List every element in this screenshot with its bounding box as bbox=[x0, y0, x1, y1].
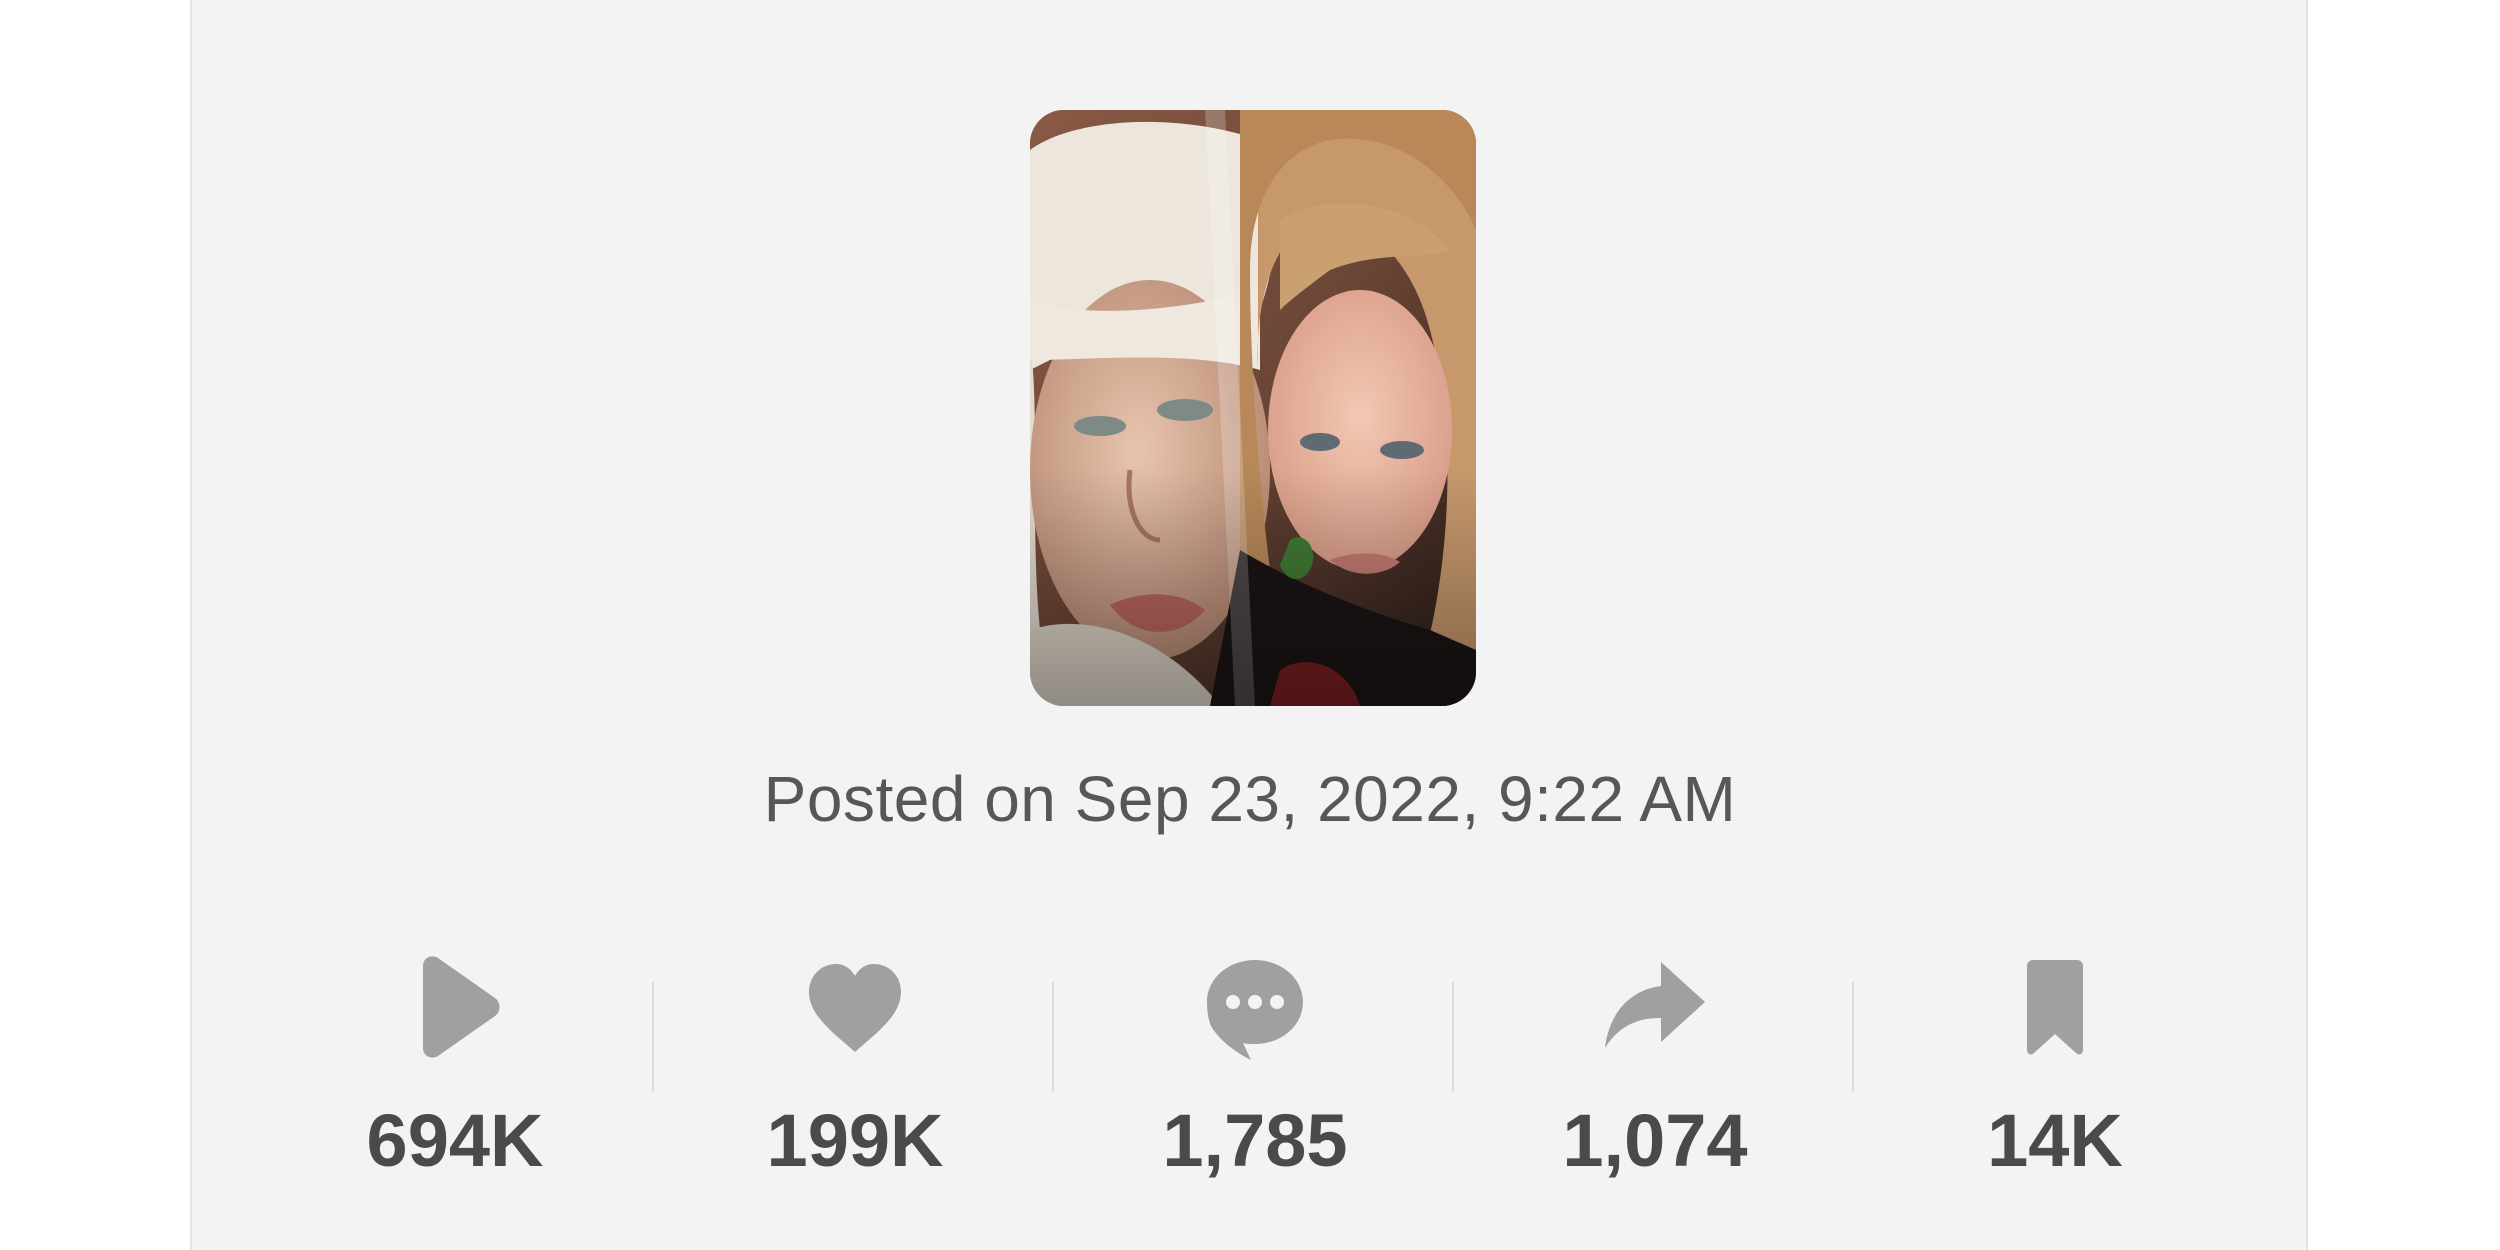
stat-likes[interactable]: 199K bbox=[705, 930, 1005, 1190]
stat-views-value: 694K bbox=[366, 1099, 544, 1182]
stat-divider bbox=[652, 982, 654, 1092]
share-icon bbox=[1605, 962, 1705, 1048]
stat-divider bbox=[1052, 982, 1054, 1092]
stat-saves-value: 14K bbox=[1987, 1099, 2123, 1182]
stat-views[interactable]: 694K bbox=[305, 930, 605, 1190]
stat-shares-value: 1,074 bbox=[1562, 1099, 1748, 1182]
stat-divider bbox=[1452, 982, 1454, 1092]
stat-comments-value: 1,785 bbox=[1162, 1099, 1348, 1182]
stat-comments[interactable]: 1,785 bbox=[1105, 930, 1405, 1190]
play-icon bbox=[423, 956, 500, 1058]
stat-saves[interactable]: 14K bbox=[1905, 930, 2205, 1190]
video-thumbnail[interactable]: 15.21s bbox=[1030, 110, 1476, 706]
posted-date: Posted on Sep 23, 2022, 9:22 AM bbox=[763, 763, 1737, 835]
stat-shares[interactable]: 1,074 bbox=[1505, 930, 1805, 1190]
stat-divider bbox=[1852, 982, 1854, 1092]
comment-icon bbox=[1207, 960, 1303, 1060]
bookmark-icon bbox=[2027, 960, 2083, 1055]
stat-likes-value: 199K bbox=[766, 1099, 944, 1182]
thumbnail-image bbox=[1030, 110, 1476, 706]
stats-bar: 694K 199K 1,785 1,074 14K bbox=[0, 930, 2500, 1190]
heart-icon bbox=[809, 964, 901, 1052]
